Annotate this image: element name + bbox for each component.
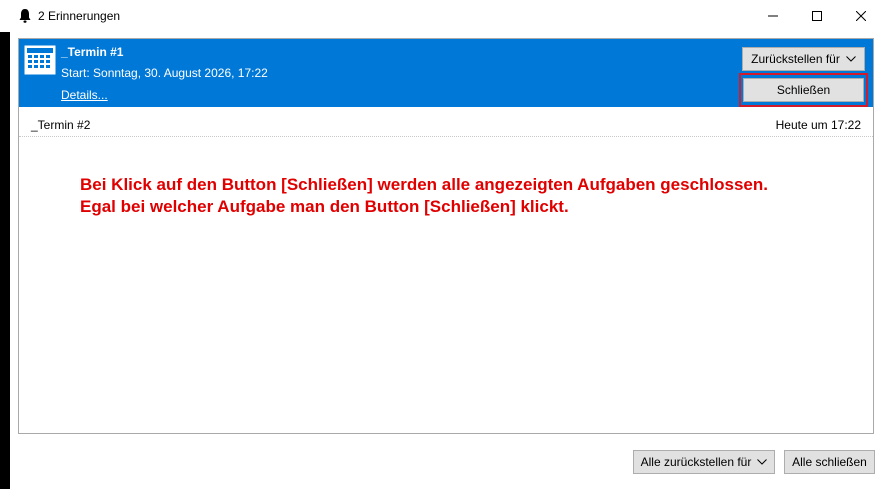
snooze-all-button[interactable]: Alle zurückstellen für	[633, 450, 775, 474]
maximize-button[interactable]	[794, 0, 840, 32]
chevron-down-icon	[845, 56, 856, 62]
reminder-list: _Termin #1 Start: Sonntag, 30. August 20…	[18, 38, 874, 434]
snooze-button[interactable]: Zurückstellen für	[742, 47, 865, 71]
reminder-time: Heute um 17:22	[775, 118, 861, 132]
minimize-button[interactable]	[750, 0, 796, 32]
reminder-item[interactable]: _Termin #2 Heute um 17:22	[19, 107, 873, 137]
maximize-icon	[812, 11, 822, 21]
annotation-line-2: Egal bei welcher Aufgabe man den Button …	[80, 197, 569, 216]
dismiss-all-label: Alle schließen	[792, 455, 867, 469]
annotation-line-1: Bei Klick auf den Button [Schließen] wer…	[80, 175, 768, 194]
reminder-title: _Termin #1	[61, 45, 124, 59]
title-bar: 2 Erinnerungen	[10, 0, 878, 32]
dismiss-all-button[interactable]: Alle schließen	[784, 450, 875, 474]
reminder-title: _Termin #2	[31, 118, 91, 132]
close-icon	[856, 11, 866, 21]
minimize-icon	[768, 15, 778, 17]
close-button[interactable]	[838, 0, 878, 32]
details-link[interactable]: Details...	[61, 88, 108, 102]
dismiss-label: Schließen	[776, 83, 831, 97]
snooze-all-label: Alle zurückstellen für	[640, 455, 752, 469]
left-edge-bar	[0, 32, 10, 489]
dismiss-highlight: Schließen	[739, 73, 868, 107]
calendar-icon	[24, 45, 56, 75]
chevron-down-icon	[757, 459, 768, 465]
dismiss-button[interactable]: Schließen	[743, 78, 864, 102]
bell-icon	[18, 8, 32, 24]
reminder-item-selected[interactable]: _Termin #1 Start: Sonntag, 30. August 20…	[19, 39, 873, 107]
snooze-label: Zurückstellen für	[751, 52, 840, 66]
window-title: 2 Erinnerungen	[38, 9, 121, 23]
reminder-start: Start: Sonntag, 30. August 2026, 17:22	[61, 66, 268, 80]
annotation-text: Bei Klick auf den Button [Schließen] wer…	[80, 174, 768, 218]
